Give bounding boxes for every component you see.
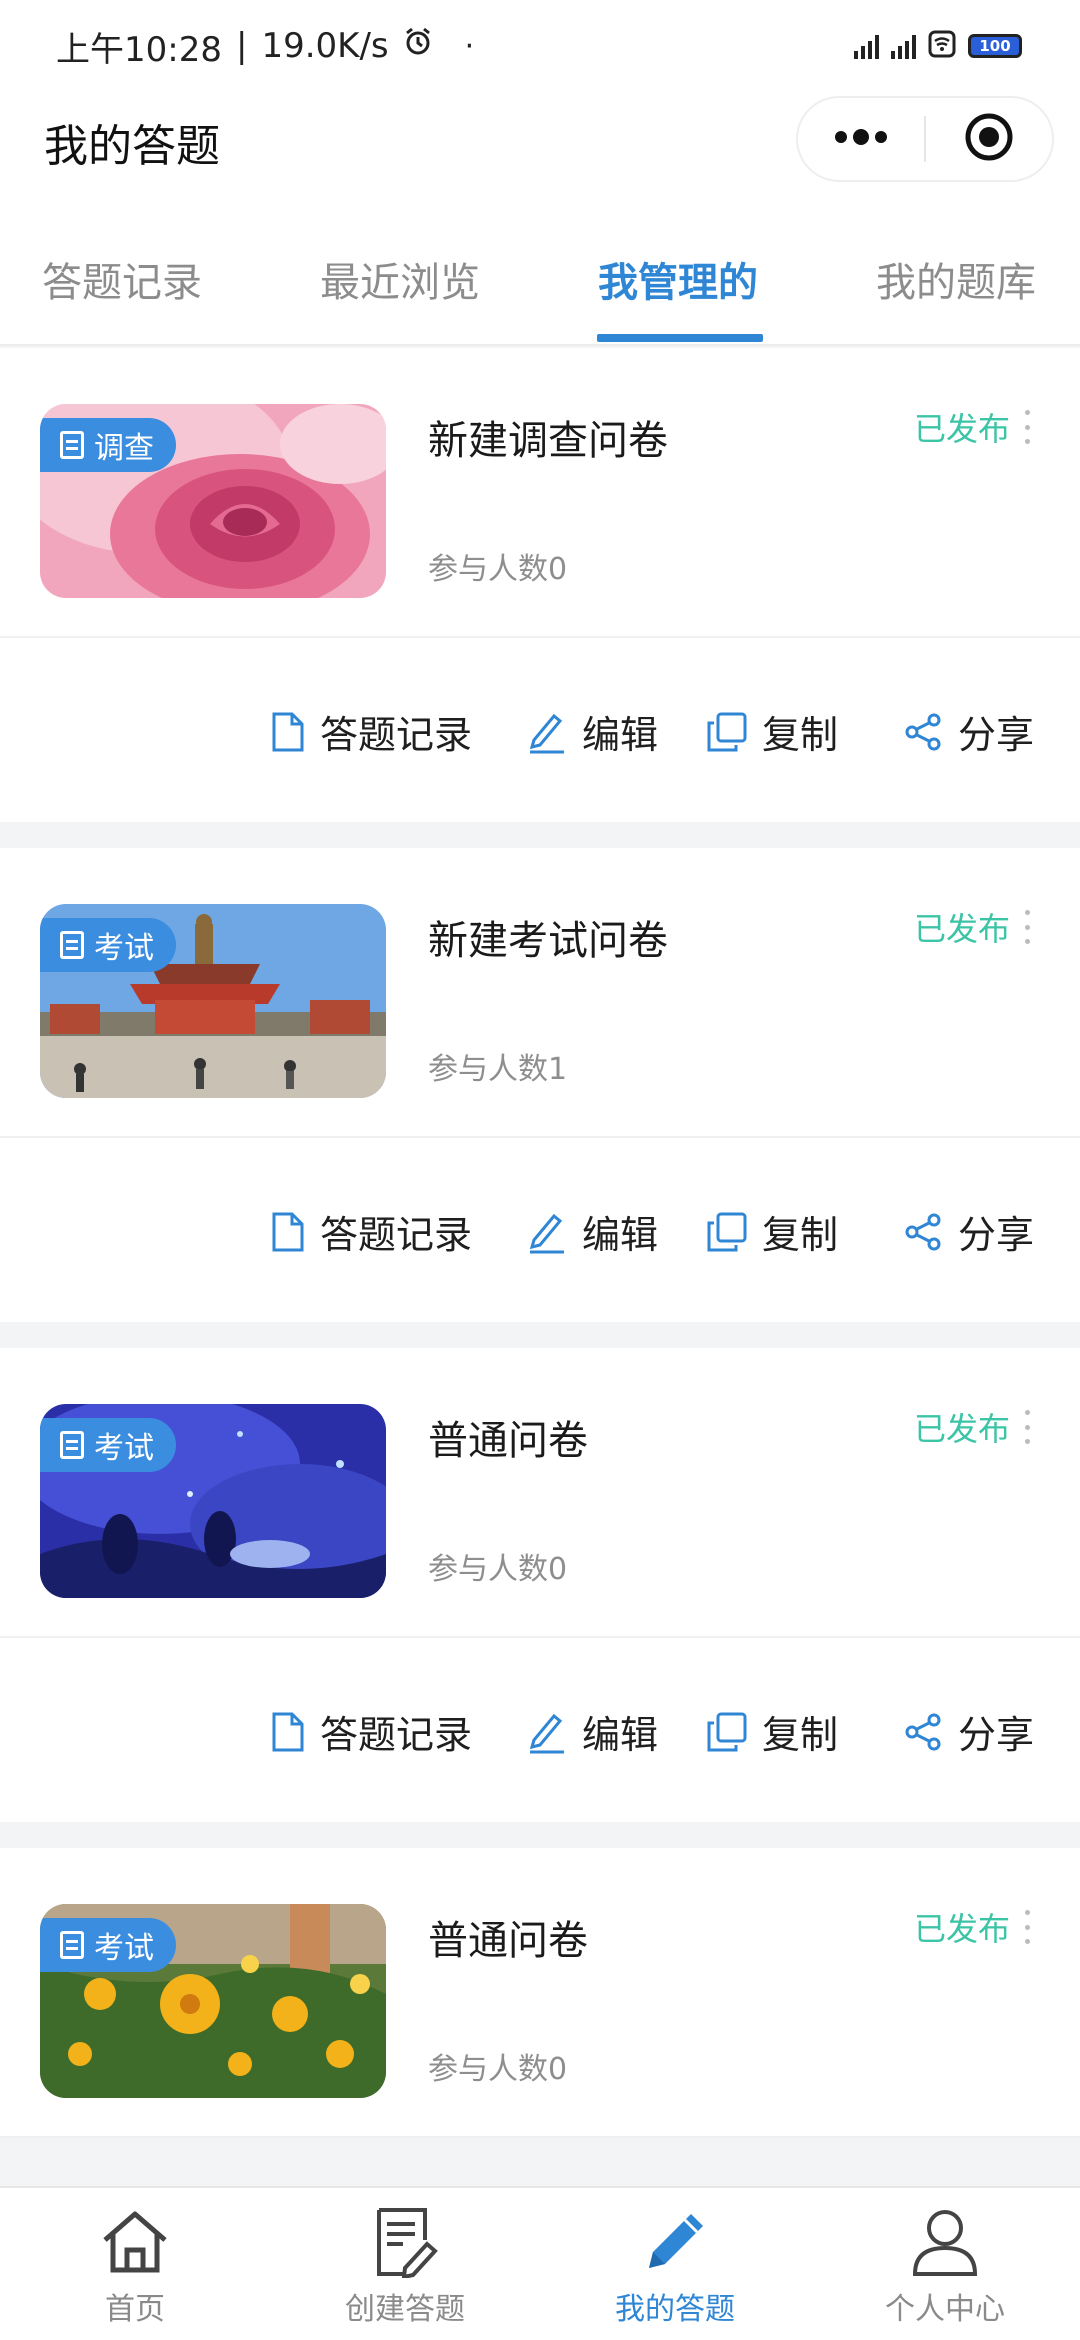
close-button[interactable] xyxy=(926,98,1052,180)
records-button[interactable]: 答题记录 xyxy=(270,704,472,759)
nav-profile[interactable]: 个人中心 xyxy=(810,2188,1080,2340)
share-icon xyxy=(905,1213,941,1250)
document-icon xyxy=(60,1431,84,1459)
home-icon xyxy=(103,2211,167,2273)
edit-button[interactable]: 编辑 xyxy=(526,704,658,759)
copy-button[interactable]: 复制 xyxy=(706,1204,838,1259)
share-button[interactable]: 分享 xyxy=(904,704,1034,759)
temple-photo: 考试 xyxy=(40,904,386,1098)
participant-count: 参与人数0 xyxy=(428,1552,568,1587)
more-vertical-icon[interactable] xyxy=(1024,410,1030,444)
battery-icon: 100 xyxy=(968,34,1022,58)
share-button[interactable]: 分享 xyxy=(904,1204,1034,1259)
edit-button[interactable]: 编辑 xyxy=(526,1704,658,1759)
card-title: 普通问卷 xyxy=(428,1918,588,1964)
pink-rose-photo: 调查 xyxy=(40,404,386,598)
more-vertical-icon[interactable] xyxy=(1024,910,1030,944)
participant-count: 参与人数0 xyxy=(428,2052,568,2087)
card-title: 新建考试问卷 xyxy=(428,918,668,964)
participant-count: 参与人数1 xyxy=(428,1052,568,1087)
pencil-icon xyxy=(649,2214,703,2268)
record-icon xyxy=(964,112,1014,166)
tab-managed[interactable]: 我管理的 xyxy=(598,250,758,308)
page-title: 我的答题 xyxy=(44,121,220,172)
exam-card: 考试 普通问卷 已发布 参与人数0 xyxy=(0,1848,1080,2138)
yellow-flowers-photo: 考试 xyxy=(40,1904,386,2098)
card-actions: 答题记录 编辑 复制 分享 xyxy=(0,1138,1080,1322)
create-form-icon xyxy=(377,2208,438,2278)
share-icon xyxy=(905,713,941,750)
status-badge: 已发布 xyxy=(914,1410,1011,1448)
copy-icon xyxy=(707,1712,747,1751)
tab-answer-records[interactable]: 答题记录 xyxy=(42,250,202,308)
edit-icon xyxy=(529,713,564,753)
status-badge: 已发布 xyxy=(914,1910,1011,1948)
type-badge: 调查 xyxy=(40,418,176,472)
card-title: 新建调查问卷 xyxy=(428,418,668,464)
status-speed: 19.0K/s xyxy=(261,26,389,66)
share-button[interactable]: 分享 xyxy=(904,1704,1034,1759)
card-title: 普通问卷 xyxy=(428,1418,588,1464)
status-badge: 已发布 xyxy=(914,910,1011,948)
type-badge: 考试 xyxy=(40,1418,176,1472)
card-main[interactable]: 考试 普通问卷 已发布 参与人数0 xyxy=(0,1848,1080,2138)
alarm-icon xyxy=(403,26,433,66)
signal-icon xyxy=(854,33,879,59)
copy-icon xyxy=(707,1212,747,1251)
edit-icon xyxy=(529,1213,564,1253)
exam-card: 考试 普通问卷 已发布 参与人数0 答题记录 编辑 复制 分享 xyxy=(0,1348,1080,1822)
person-icon xyxy=(912,2210,978,2276)
type-badge: 考试 xyxy=(40,1918,176,1972)
file-icon xyxy=(272,712,304,751)
type-badge: 考试 xyxy=(40,918,176,972)
nav-my-answers[interactable]: 我的答题 xyxy=(540,2188,810,2340)
more-vertical-icon[interactable] xyxy=(1024,1910,1030,1944)
records-button[interactable]: 答题记录 xyxy=(270,1704,472,1759)
card-actions: 答题记录 编辑 复制 分享 xyxy=(0,1638,1080,1822)
file-icon xyxy=(272,1212,304,1251)
signal-icon xyxy=(891,33,916,59)
records-button[interactable]: 答题记录 xyxy=(270,1204,472,1259)
card-actions: 答题记录 编辑 复制 分享 xyxy=(0,638,1080,822)
status-bar: 上午10:28 | 19.0K/s · 100 xyxy=(0,0,1080,92)
bottom-nav: 首页 创建答题 我的答题 个人中心 xyxy=(0,2186,1080,2340)
active-tab-indicator xyxy=(597,334,763,342)
mini-program-capsule xyxy=(796,96,1054,182)
exam-card: 考试 新建考试问卷 已发布 参与人数1 答题记录 编辑 复制 分享 xyxy=(0,848,1080,1322)
document-icon xyxy=(60,931,84,959)
more-button[interactable] xyxy=(798,98,924,180)
nav-create[interactable]: 创建答题 xyxy=(270,2188,540,2340)
card-main[interactable]: 调查 新建调查问卷 已发布 参与人数0 xyxy=(0,348,1080,638)
title-bar: 我的答题 xyxy=(0,92,1080,192)
tab-recent[interactable]: 最近浏览 xyxy=(320,250,480,308)
copy-icon xyxy=(707,712,747,751)
document-icon xyxy=(60,1931,84,1959)
share-icon xyxy=(905,1713,941,1750)
nav-home[interactable]: 首页 xyxy=(0,2188,270,2340)
status-badge: 已发布 xyxy=(914,410,1011,448)
edit-icon xyxy=(529,1713,564,1753)
tab-question-bank[interactable]: 我的题库 xyxy=(876,250,1036,308)
card-main[interactable]: 考试 普通问卷 已发布 参与人数0 xyxy=(0,1348,1080,1638)
copy-button[interactable]: 复制 xyxy=(706,704,838,759)
blue-light-show-photo: 考试 xyxy=(40,1404,386,1598)
more-icon xyxy=(833,129,889,149)
wifi-icon xyxy=(928,30,956,62)
more-vertical-icon[interactable] xyxy=(1024,1410,1030,1444)
document-icon xyxy=(60,431,84,459)
participant-count: 参与人数0 xyxy=(428,552,568,587)
file-icon xyxy=(272,1712,304,1751)
card-main[interactable]: 考试 新建考试问卷 已发布 参与人数1 xyxy=(0,848,1080,1138)
tab-bar: 答题记录 最近浏览 我管理的 我的题库 xyxy=(0,192,1080,346)
survey-card: 调查 新建调查问卷 已发布 参与人数0 答题记录 编辑 复制 分享 xyxy=(0,348,1080,822)
edit-button[interactable]: 编辑 xyxy=(526,1204,658,1259)
status-time: 上午10:28 xyxy=(56,29,222,70)
copy-button[interactable]: 复制 xyxy=(706,1704,838,1759)
